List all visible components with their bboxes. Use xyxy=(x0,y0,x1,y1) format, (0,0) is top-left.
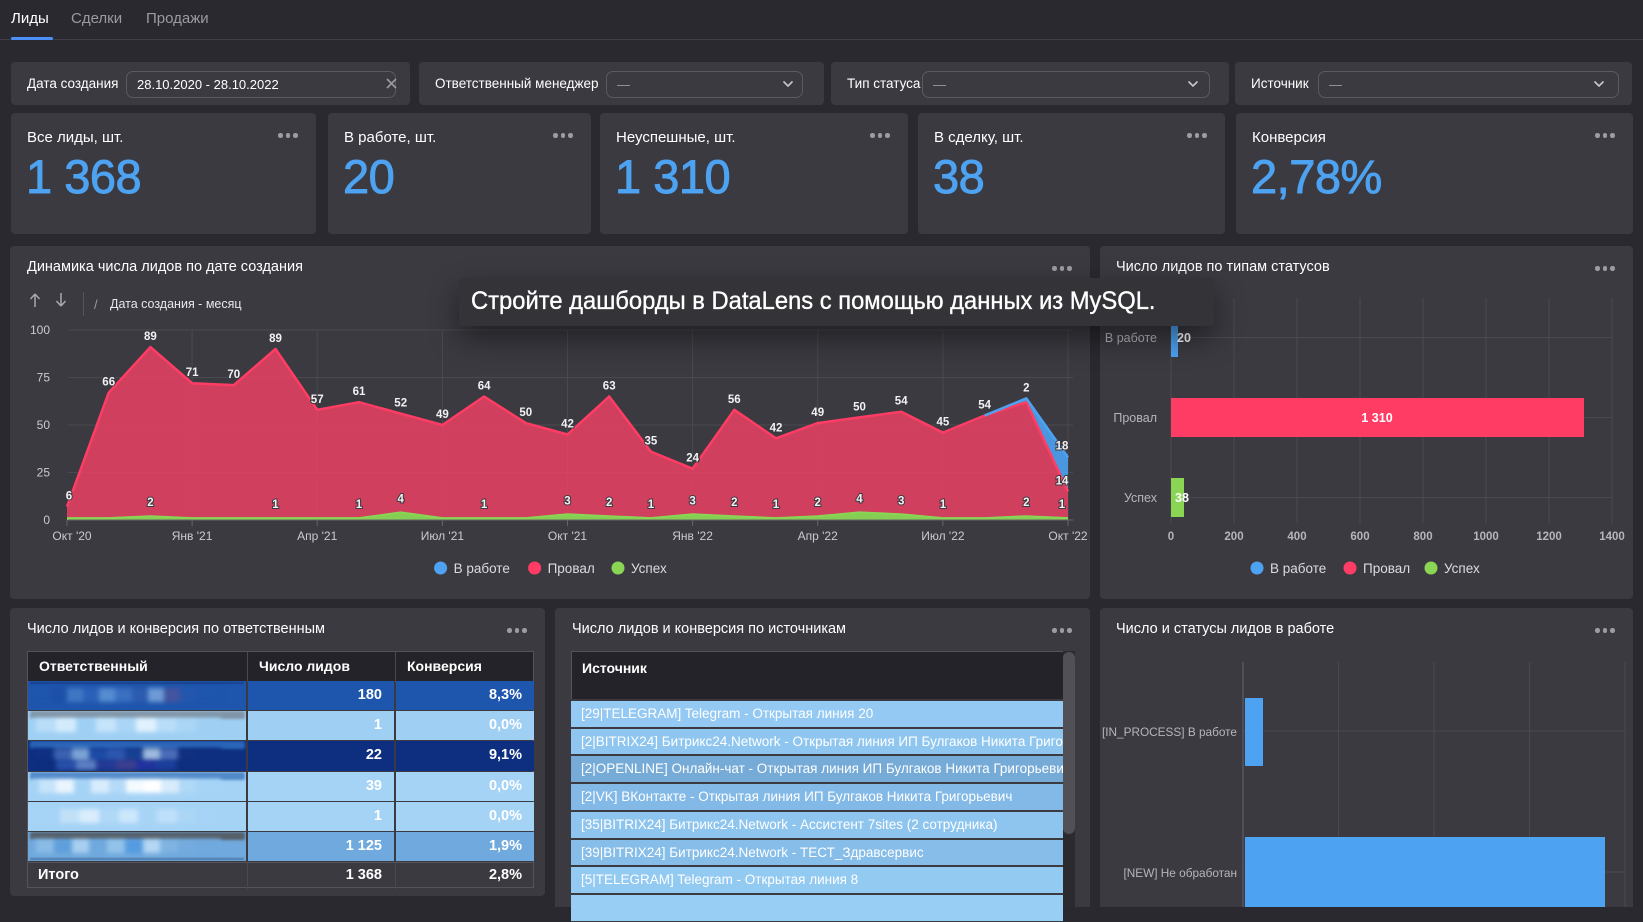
svg-text:1000: 1000 xyxy=(1473,531,1499,543)
svg-text:2: 2 xyxy=(606,497,612,509)
svg-text:1: 1 xyxy=(648,499,655,511)
svg-text:3: 3 xyxy=(689,495,695,507)
svg-text:Успех: Успех xyxy=(1444,561,1480,576)
svg-text:35: 35 xyxy=(645,436,658,448)
svg-text:71: 71 xyxy=(186,367,199,379)
svg-text:800: 800 xyxy=(1413,531,1432,543)
svg-text:52: 52 xyxy=(394,398,407,410)
svg-text:100: 100 xyxy=(30,323,50,337)
svg-text:75: 75 xyxy=(37,371,51,385)
svg-text:50: 50 xyxy=(37,418,51,432)
svg-text:Провал: Провал xyxy=(1113,411,1157,425)
svg-text:Июл '21: Июл '21 xyxy=(421,529,465,543)
svg-text:20: 20 xyxy=(1177,331,1191,345)
svg-text:1: 1 xyxy=(272,499,279,511)
svg-text:1: 1 xyxy=(773,499,780,511)
svg-text:56: 56 xyxy=(728,394,741,406)
svg-text:1200: 1200 xyxy=(1536,531,1562,543)
svg-text:400: 400 xyxy=(1287,531,1306,543)
svg-text:1: 1 xyxy=(356,499,363,511)
svg-text:2: 2 xyxy=(147,497,153,509)
svg-text:[IN_PROCESS] В работе: [IN_PROCESS] В работе xyxy=(1102,725,1237,739)
svg-text:42: 42 xyxy=(770,422,783,434)
svg-text:Окт '22: Окт '22 xyxy=(1048,529,1088,543)
svg-text:54: 54 xyxy=(978,400,991,412)
svg-text:Успех: Успех xyxy=(631,561,667,576)
svg-text:64: 64 xyxy=(478,381,491,393)
svg-text:45: 45 xyxy=(937,417,950,429)
svg-text:42: 42 xyxy=(561,419,574,431)
svg-text:24: 24 xyxy=(686,453,699,465)
svg-text:2: 2 xyxy=(1023,497,1029,509)
svg-text:Янв '22: Янв '22 xyxy=(672,529,713,543)
svg-text:66: 66 xyxy=(102,377,115,389)
svg-text:1: 1 xyxy=(481,499,488,511)
svg-text:25: 25 xyxy=(37,466,51,480)
svg-text:Окт '21: Окт '21 xyxy=(548,529,588,543)
svg-text:Июл '22: Июл '22 xyxy=(921,529,965,543)
svg-text:4: 4 xyxy=(856,493,863,505)
svg-text:49: 49 xyxy=(811,407,824,419)
svg-text:200: 200 xyxy=(1224,531,1243,543)
svg-text:4: 4 xyxy=(397,493,404,505)
svg-text:В работе: В работе xyxy=(1270,561,1326,576)
svg-text:70: 70 xyxy=(227,369,240,381)
svg-text:Провал: Провал xyxy=(1363,561,1410,576)
svg-text:0: 0 xyxy=(1168,531,1174,543)
svg-text:1: 1 xyxy=(940,499,947,511)
svg-text:57: 57 xyxy=(311,394,324,406)
svg-text:В работе: В работе xyxy=(454,561,510,576)
svg-text:3: 3 xyxy=(564,495,570,507)
svg-text:В работе: В работе xyxy=(1105,331,1157,345)
svg-text:2: 2 xyxy=(731,497,737,509)
svg-text:54: 54 xyxy=(895,396,908,408)
svg-text:14: 14 xyxy=(1056,476,1069,488)
svg-text:63: 63 xyxy=(603,381,616,393)
svg-text:1: 1 xyxy=(1059,499,1066,511)
svg-text:89: 89 xyxy=(269,333,282,345)
svg-text:1400: 1400 xyxy=(1599,531,1625,543)
svg-text:6: 6 xyxy=(66,491,72,503)
svg-text:3: 3 xyxy=(898,495,904,507)
svg-text:61: 61 xyxy=(353,386,366,398)
svg-text:38: 38 xyxy=(1175,491,1189,505)
svg-text:89: 89 xyxy=(144,331,157,343)
svg-text:49: 49 xyxy=(436,409,449,421)
svg-text:Апр '22: Апр '22 xyxy=(798,529,838,543)
svg-text:50: 50 xyxy=(853,401,866,413)
svg-text:Янв '21: Янв '21 xyxy=(172,529,213,543)
svg-text:Провал: Провал xyxy=(548,561,595,576)
svg-text:0: 0 xyxy=(43,513,50,527)
svg-text:Апр '21: Апр '21 xyxy=(297,529,337,543)
svg-text:2: 2 xyxy=(814,497,820,509)
svg-text:18: 18 xyxy=(1056,440,1069,452)
svg-text:Окт '20: Окт '20 xyxy=(52,529,92,543)
svg-text:Успех: Успех xyxy=(1124,491,1158,505)
svg-text:[NEW] Не обработан: [NEW] Не обработан xyxy=(1123,866,1237,880)
svg-text:600: 600 xyxy=(1350,531,1369,543)
svg-text:50: 50 xyxy=(519,407,532,419)
svg-text:1 310: 1 310 xyxy=(1361,411,1392,425)
svg-text:2: 2 xyxy=(1023,382,1029,394)
